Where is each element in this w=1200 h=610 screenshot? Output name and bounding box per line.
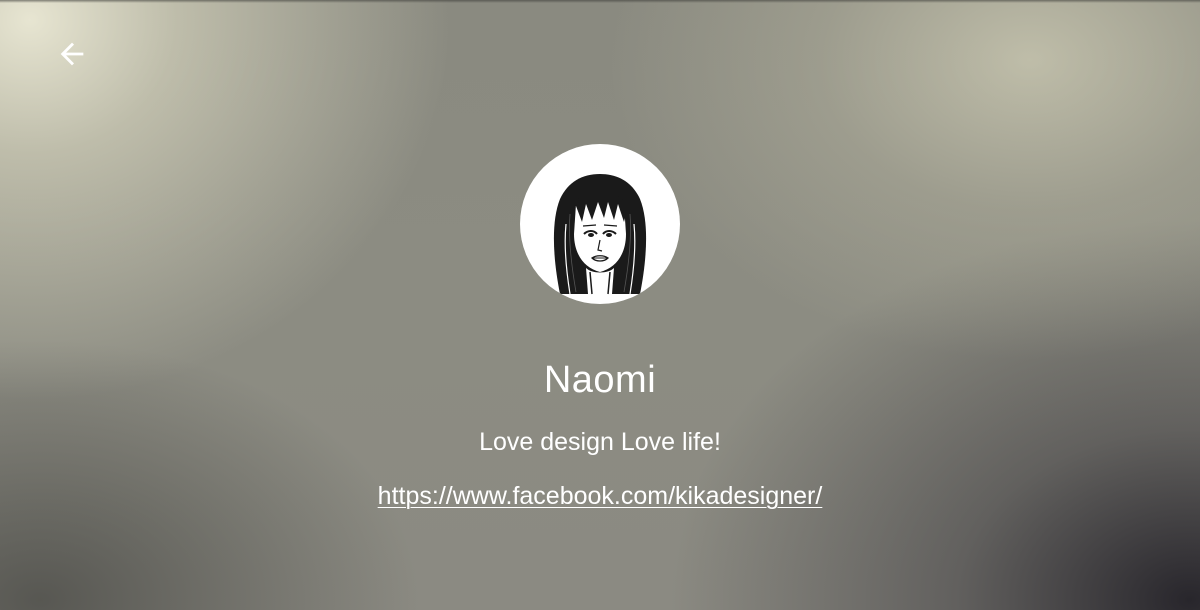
profile-bio: Love design Love life! [479, 428, 721, 456]
avatar[interactable] [520, 144, 680, 304]
profile-link[interactable]: https://www.facebook.com/kikadesigner/ [378, 482, 823, 510]
profile-link-row: https://www.facebook.com/kikadesigner/ [0, 480, 1200, 512]
profile-name: Naomi [543, 359, 657, 401]
sketch-portrait-icon [553, 174, 647, 295]
profile-section: Naomi Love design Love life! https://www… [0, 0, 1200, 610]
